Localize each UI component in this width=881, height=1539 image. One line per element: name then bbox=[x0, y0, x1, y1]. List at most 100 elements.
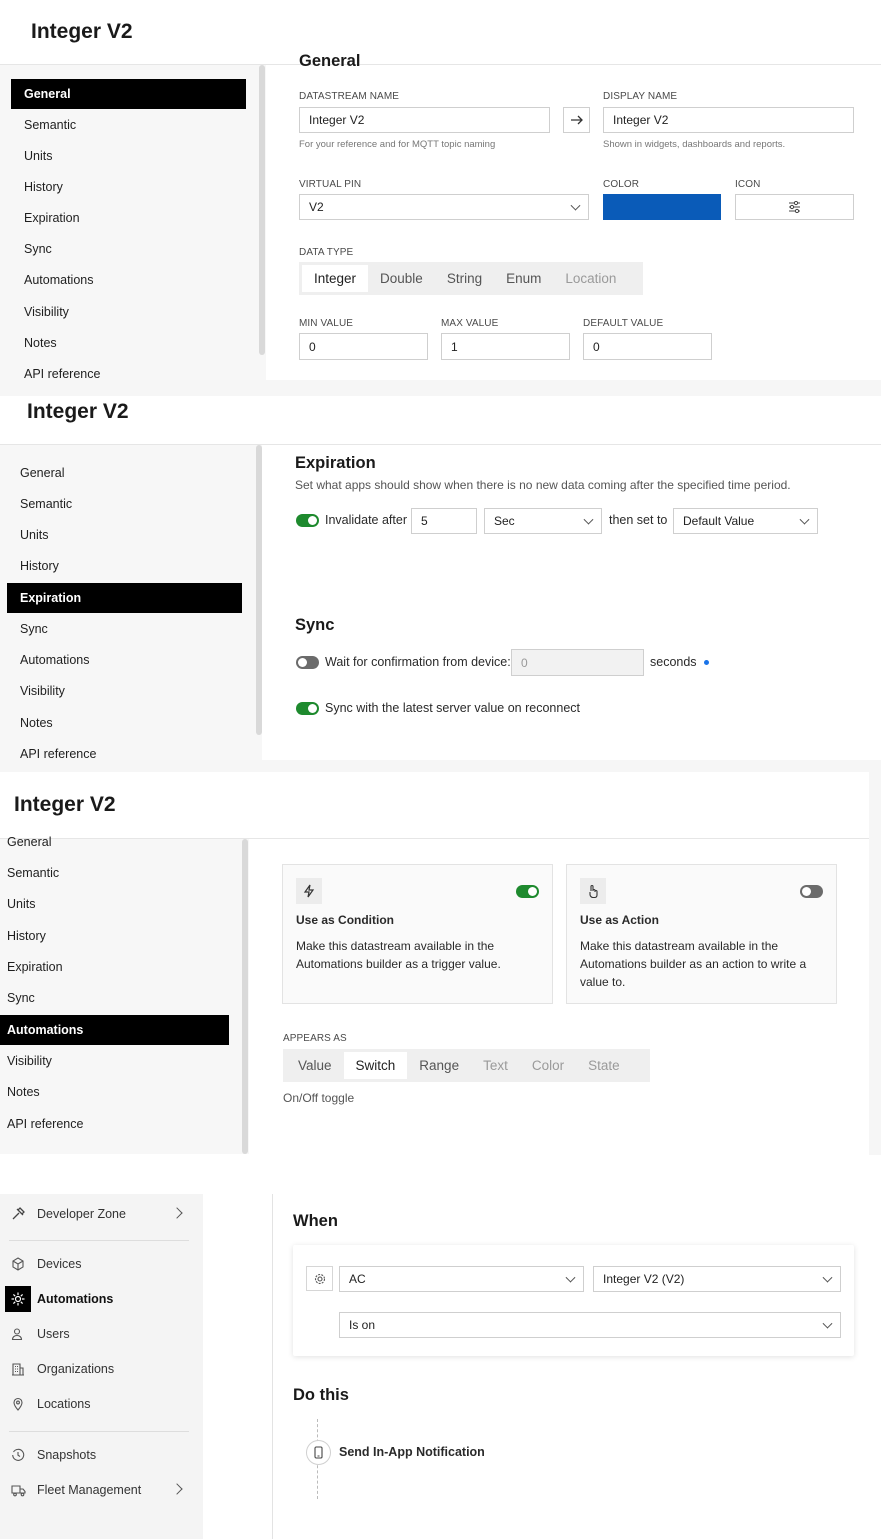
display-name-input[interactable]: Integer V2 bbox=[603, 107, 854, 133]
appears-value[interactable]: Value bbox=[286, 1052, 344, 1079]
data-type-location[interactable]: Location bbox=[553, 265, 628, 292]
nav-semantic[interactable]: Semantic bbox=[11, 110, 246, 140]
nav-expiration[interactable]: Expiration bbox=[7, 583, 242, 613]
nav-organizations[interactable]: Organizations bbox=[5, 1355, 197, 1383]
data-type-string[interactable]: String bbox=[435, 265, 494, 292]
display-name-value: Integer V2 bbox=[613, 113, 669, 127]
nav-history[interactable]: History bbox=[7, 551, 242, 581]
wait-confirmation-toggle[interactable] bbox=[296, 656, 319, 669]
nav-api-reference[interactable]: API reference bbox=[11, 359, 246, 380]
settings-gear-icon[interactable] bbox=[306, 1266, 333, 1291]
condition-select[interactable]: Is on bbox=[339, 1312, 841, 1338]
appears-as-segmented: Value Switch Range Text Color State bbox=[283, 1049, 650, 1082]
use-as-action-card[interactable]: Use as Action Make this datastream avail… bbox=[566, 864, 837, 1004]
unit-select[interactable]: Sec bbox=[484, 508, 602, 534]
nav-automations[interactable]: Automations bbox=[0, 1015, 229, 1045]
users-label: Users bbox=[37, 1327, 70, 1341]
nav-sync[interactable]: Sync bbox=[11, 234, 246, 264]
organizations-label: Organizations bbox=[37, 1362, 115, 1376]
nav-users[interactable]: Users bbox=[5, 1320, 197, 1348]
hand-tap-icon bbox=[580, 878, 606, 904]
nav-notes[interactable]: Notes bbox=[0, 1077, 229, 1107]
copy-name-button[interactable] bbox=[563, 107, 590, 133]
nav-fleet-management[interactable]: Fleet Management bbox=[5, 1476, 197, 1504]
datastream-sidebar: General Semantic Units History Expiratio… bbox=[0, 835, 249, 1154]
data-type-label: DATA TYPE bbox=[299, 247, 354, 258]
default-value-label: DEFAULT VALUE bbox=[583, 318, 664, 329]
appears-range[interactable]: Range bbox=[407, 1052, 471, 1079]
page-title: Integer V2 bbox=[31, 20, 133, 43]
nav-developer-zone[interactable]: Developer Zone bbox=[5, 1200, 197, 1228]
sidebar-scrollbar[interactable] bbox=[259, 65, 265, 355]
default-value-input[interactable]: 0 bbox=[583, 333, 712, 360]
nav-expiration[interactable]: Expiration bbox=[11, 203, 246, 233]
invalidate-value-input[interactable]: 5 bbox=[411, 508, 477, 534]
nav-visibility[interactable]: Visibility bbox=[11, 297, 246, 327]
condition-toggle[interactable] bbox=[516, 885, 539, 898]
appears-as-label: APPEARS AS bbox=[283, 1033, 347, 1044]
nav-notes[interactable]: Notes bbox=[11, 328, 246, 358]
min-value-input[interactable]: 0 bbox=[299, 333, 428, 360]
sync-reconnect-toggle[interactable] bbox=[296, 702, 319, 715]
nav-sync[interactable]: Sync bbox=[7, 614, 242, 644]
nav-notes[interactable]: Notes bbox=[7, 708, 242, 738]
max-value-input[interactable]: 1 bbox=[441, 333, 570, 360]
device-select[interactable]: AC bbox=[339, 1266, 584, 1292]
then-set-select[interactable]: Default Value bbox=[673, 508, 818, 534]
nav-general[interactable]: General bbox=[11, 79, 246, 109]
virtual-pin-select[interactable]: V2 bbox=[299, 194, 589, 220]
nav-visibility[interactable]: Visibility bbox=[0, 1046, 229, 1076]
nav-devices[interactable]: Devices bbox=[5, 1250, 197, 1278]
datastream-select[interactable]: Integer V2 (V2) bbox=[593, 1266, 841, 1292]
data-type-double[interactable]: Double bbox=[368, 265, 435, 292]
nav-history[interactable]: History bbox=[0, 921, 229, 951]
action-toggle[interactable] bbox=[800, 885, 823, 898]
nav-automations[interactable]: Automations bbox=[5, 1285, 197, 1313]
invalidate-label: Invalidate after bbox=[325, 513, 407, 527]
color-swatch[interactable] bbox=[603, 194, 721, 220]
nav-history[interactable]: History bbox=[11, 172, 246, 202]
datastream-name-label: DATASTREAM NAME bbox=[299, 91, 400, 102]
nav-semantic[interactable]: Semantic bbox=[0, 858, 229, 888]
sidebar-scrollbar[interactable] bbox=[242, 839, 248, 1154]
use-as-condition-card[interactable]: Use as Condition Make this datastream av… bbox=[282, 864, 553, 1004]
chevron-right-icon bbox=[171, 1207, 183, 1219]
snapshots-label: Snapshots bbox=[37, 1448, 97, 1462]
nav-api-reference[interactable]: API reference bbox=[0, 1109, 229, 1139]
action-title: Use as Action bbox=[580, 913, 659, 927]
wait-seconds-placeholder: 0 bbox=[521, 655, 528, 670]
nav-api-reference[interactable]: API reference bbox=[7, 739, 242, 760]
nav-units[interactable]: Units bbox=[0, 889, 229, 919]
nav-locations[interactable]: Locations bbox=[5, 1390, 197, 1418]
fleet-management-label: Fleet Management bbox=[37, 1483, 142, 1497]
unit-value: Sec bbox=[494, 514, 515, 528]
arrow-right-icon bbox=[570, 115, 583, 125]
nav-general[interactable]: General bbox=[7, 458, 242, 488]
appears-state[interactable]: State bbox=[576, 1052, 632, 1079]
nav-sync[interactable]: Sync bbox=[0, 983, 229, 1013]
nav-automations[interactable]: Automations bbox=[7, 645, 242, 675]
invalidate-toggle[interactable] bbox=[296, 514, 319, 527]
sliders-icon bbox=[789, 201, 800, 213]
nav-semantic[interactable]: Semantic bbox=[7, 489, 242, 519]
nav-snapshots[interactable]: Snapshots bbox=[5, 1441, 197, 1469]
wait-seconds-input[interactable]: 0 bbox=[511, 649, 644, 676]
send-notification-action[interactable]: Send In-App Notification bbox=[339, 1445, 485, 1459]
appears-color[interactable]: Color bbox=[520, 1052, 576, 1079]
nav-expiration[interactable]: Expiration bbox=[0, 952, 229, 982]
appears-text[interactable]: Text bbox=[471, 1052, 520, 1079]
sidebar-scrollbar[interactable] bbox=[256, 445, 262, 735]
nav-visibility[interactable]: Visibility bbox=[7, 676, 242, 706]
appears-as-help: On/Off toggle bbox=[283, 1091, 355, 1105]
datastream-name-input[interactable]: Integer V2 bbox=[299, 107, 550, 133]
appears-switch[interactable]: Switch bbox=[343, 1052, 408, 1079]
nav-automations[interactable]: Automations bbox=[11, 265, 246, 295]
info-dot-icon bbox=[704, 660, 709, 665]
data-type-integer[interactable]: Integer bbox=[302, 265, 369, 292]
color-label: COLOR bbox=[603, 179, 640, 190]
icon-picker[interactable] bbox=[735, 194, 854, 220]
nav-units[interactable]: Units bbox=[11, 141, 246, 171]
data-type-enum[interactable]: Enum bbox=[494, 265, 553, 292]
nav-units[interactable]: Units bbox=[7, 520, 242, 550]
nav-general[interactable]: General bbox=[0, 827, 229, 857]
